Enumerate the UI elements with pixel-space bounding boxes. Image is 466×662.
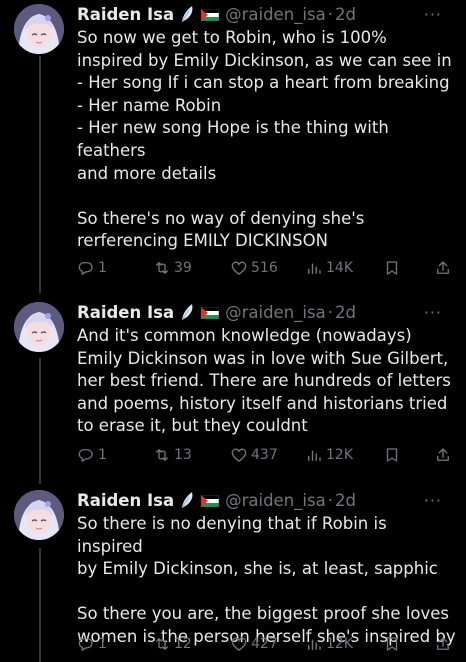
repost-icon [153, 635, 174, 653]
author-handle[interactable]: @raiden_isa [225, 5, 326, 24]
feather-badge-icon [179, 491, 195, 515]
tweet-header: Raiden Isa @raiden_isa · 2d ··· [77, 302, 456, 324]
reply-count: 1 [98, 447, 107, 463]
bookmark-button[interactable] [383, 256, 404, 280]
reply-icon [77, 446, 98, 464]
share-button[interactable] [434, 256, 455, 280]
views-icon [305, 259, 326, 277]
tweet-text: So there is no denying that if Robin is … [77, 514, 456, 646]
like-button[interactable]: 516 [230, 256, 278, 280]
repost-count: 12 [174, 636, 192, 652]
tweet-header: Raiden Isa @raiden_isa · 2d ··· [77, 490, 456, 512]
tweet-header: Raiden Isa @raiden_isa · 2d ··· [77, 4, 456, 26]
thread-line [39, 56, 41, 293]
bookmark-icon [383, 259, 404, 277]
tweet-actions: 1 12 427 12K [77, 632, 452, 656]
author-name[interactable]: Raiden Isa [77, 303, 174, 322]
flag-icon [200, 303, 220, 320]
more-options-button[interactable]: ··· [424, 4, 442, 26]
like-count: 516 [251, 260, 278, 276]
flag-icon [200, 491, 220, 508]
repost-button[interactable]: 12 [153, 632, 192, 656]
avatar[interactable] [14, 4, 64, 54]
repost-button[interactable]: 13 [153, 443, 192, 467]
heart-icon [230, 259, 251, 277]
avatar[interactable] [14, 302, 64, 352]
views-icon [305, 635, 326, 653]
timestamp[interactable]: 2d [335, 491, 356, 510]
like-button[interactable]: 437 [230, 443, 278, 467]
tweet-text: So now we get to Robin, who is 100% insp… [77, 28, 452, 251]
repost-count: 39 [174, 260, 192, 276]
separator: · [327, 5, 333, 24]
timestamp[interactable]: 2d [335, 5, 356, 24]
bookmark-button[interactable] [383, 443, 404, 467]
share-icon [434, 446, 455, 464]
tweet-actions: 1 39 516 14K [77, 256, 452, 280]
views-button[interactable]: 14K [305, 256, 353, 280]
flag-icon [200, 5, 220, 22]
like-button[interactable]: 427 [230, 632, 278, 656]
views-icon [305, 446, 326, 464]
reply-count: 1 [98, 636, 107, 652]
feather-badge-icon [179, 303, 195, 327]
reply-icon [77, 635, 98, 653]
reply-button[interactable]: 1 [77, 443, 107, 467]
reply-count: 1 [98, 260, 107, 276]
views-button[interactable]: 12K [305, 443, 353, 467]
more-options-button[interactable]: ··· [424, 302, 442, 324]
repost-count: 13 [174, 447, 192, 463]
thread-line [39, 358, 41, 484]
reply-button[interactable]: 1 [77, 256, 107, 280]
bookmark-icon [383, 635, 404, 653]
tweet-text: And it's common knowledge (nowadays) Emi… [77, 326, 451, 436]
reply-button[interactable]: 1 [77, 632, 107, 656]
tweet-actions: 1 13 437 12K [77, 443, 452, 467]
repost-icon [153, 259, 174, 277]
views-count: 12K [326, 636, 353, 652]
separator: · [327, 491, 333, 510]
repost-button[interactable]: 39 [153, 256, 192, 280]
author-name[interactable]: Raiden Isa [77, 491, 174, 510]
share-icon [434, 635, 455, 653]
like-count: 437 [251, 447, 278, 463]
more-options-button[interactable]: ··· [424, 490, 442, 512]
views-count: 12K [326, 447, 353, 463]
bookmark-button[interactable] [383, 632, 404, 656]
like-count: 427 [251, 636, 278, 652]
share-button[interactable] [434, 443, 455, 467]
thread-line [39, 548, 41, 662]
feather-badge-icon [179, 5, 195, 29]
author-handle[interactable]: @raiden_isa [225, 491, 326, 510]
share-icon [434, 259, 455, 277]
author-name[interactable]: Raiden Isa [77, 5, 174, 24]
bookmark-icon [383, 446, 404, 464]
share-button[interactable] [434, 632, 455, 656]
avatar[interactable] [14, 490, 64, 540]
timestamp[interactable]: 2d [335, 303, 356, 322]
views-button[interactable]: 12K [305, 632, 353, 656]
author-handle[interactable]: @raiden_isa [225, 303, 326, 322]
separator: · [327, 303, 333, 322]
views-count: 14K [326, 260, 353, 276]
repost-icon [153, 446, 174, 464]
reply-icon [77, 259, 98, 277]
heart-icon [230, 446, 251, 464]
heart-icon [230, 635, 251, 653]
